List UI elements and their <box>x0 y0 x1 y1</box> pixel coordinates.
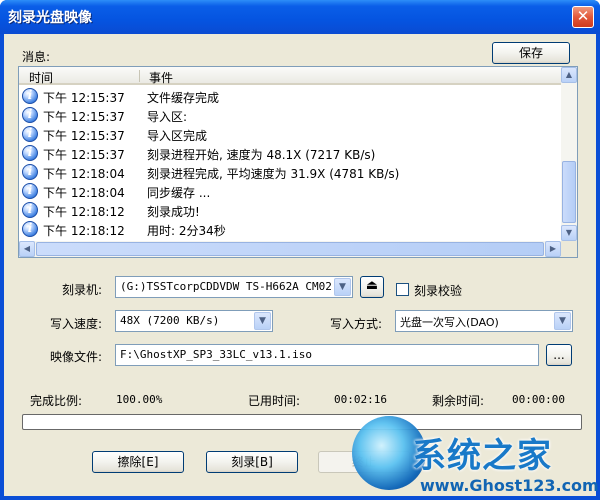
log-time: 下午 12:18:12 <box>43 205 125 219</box>
log-event: 刻录成功! <box>147 205 200 219</box>
erase-button[interactable]: 擦除[E] <box>92 451 184 473</box>
log-row[interactable]: 下午 12:15:37 导入区完成 <box>19 125 561 143</box>
image-file-path: F:\GhostXP_SP3_33LC_v13.1.iso <box>120 348 313 361</box>
close-button[interactable]: ✕ <box>572 6 594 28</box>
ratio-value: 100.00% <box>116 393 163 406</box>
message-log[interactable]: 时间 事件 下午 12:15:37 文件缓存完成 下午 12:15:37 导入区… <box>18 66 578 258</box>
info-icon <box>22 183 38 199</box>
remaining-label: 剩余时间: <box>432 394 485 408</box>
burn-image-window: 刻录光盘映像 ✕ 消息: 保存 时间 事件 下午 12:15:37 文件缓存完成… <box>0 0 600 500</box>
log-row[interactable]: 下午 12:18:12 用时: 2分34秒 <box>19 220 561 238</box>
verify-label[interactable]: 刻录校验 <box>414 282 462 299</box>
write-speed-select[interactable]: 48X (7200 KB/s) ▼ <box>115 310 273 332</box>
scroll-right-icon[interactable]: ▶ <box>545 241 561 257</box>
log-row[interactable]: 下午 12:18:04 同步缓存 ... <box>19 182 561 200</box>
log-event: 文件缓存完成 <box>147 91 220 105</box>
scroll-up-icon[interactable]: ▲ <box>561 67 577 83</box>
eject-icon: ⏏ <box>365 278 379 293</box>
log-time: 下午 12:15:37 <box>43 110 125 124</box>
log-row[interactable]: 下午 12:15:37 刻录进程开始, 速度为 48.1X (7217 KB/s… <box>19 144 561 162</box>
log-time: 下午 12:18:04 <box>43 186 125 200</box>
image-file-label: 映像文件: <box>50 350 103 364</box>
browse-button[interactable]: ... <box>546 344 572 366</box>
burn-button[interactable]: 刻录[B] <box>206 451 298 473</box>
info-icon <box>22 164 38 180</box>
write-speed-label: 写入速度: <box>50 317 103 331</box>
log-header: 时间 事件 <box>19 67 561 85</box>
watermark-url: www.Ghost123.com <box>420 476 599 495</box>
chevron-down-icon[interactable]: ▼ <box>254 312 271 330</box>
log-event: 用时: 2分34秒 <box>147 224 226 238</box>
scroll-down-icon[interactable]: ▼ <box>561 225 577 241</box>
dialog-body: 消息: 保存 时间 事件 下午 12:15:37 文件缓存完成 下午 12:15… <box>4 34 596 496</box>
info-icon <box>22 221 38 237</box>
column-divider[interactable] <box>139 70 140 82</box>
log-row[interactable]: 下午 12:18:12 刻录成功! <box>19 201 561 219</box>
write-mode-label: 写入方式: <box>330 317 383 331</box>
log-time: 下午 12:18:04 <box>43 167 125 181</box>
recorder-label: 刻录机: <box>62 283 103 297</box>
horizontal-scroll-thumb[interactable] <box>36 242 544 256</box>
log-row[interactable]: 下午 12:15:37 文件缓存完成 <box>19 87 561 105</box>
elapsed-label: 已用时间: <box>248 394 301 408</box>
chevron-down-icon[interactable]: ▼ <box>554 312 571 330</box>
vertical-scrollbar[interactable]: ▲ ▼ <box>561 67 577 241</box>
log-row[interactable]: 下午 12:18:04 刻录进程完成, 平均速度为 31.9X (4781 KB… <box>19 163 561 181</box>
image-file-input[interactable]: F:\GhostXP_SP3_33LC_v13.1.iso <box>115 344 539 366</box>
write-mode-select[interactable]: 光盘一次写入(DAO) ▼ <box>395 310 573 332</box>
elapsed-value: 00:02:16 <box>334 393 387 406</box>
ratio-label: 完成比例: <box>30 394 83 408</box>
watermark-brand: 系统之家 <box>412 436 552 476</box>
recorder-value: (G:)TSSTcorpCDDVDW TS-H662A CM02 <box>120 280 332 293</box>
recorder-select[interactable]: (G:)TSSTcorpCDDVDW TS-H662A CM02 ▼ <box>115 276 353 298</box>
info-icon <box>22 126 38 142</box>
log-event: 刻录进程开始, 速度为 48.1X (7217 KB/s) <box>147 148 376 162</box>
info-icon <box>22 145 38 161</box>
log-time: 下午 12:18:12 <box>43 224 125 238</box>
messages-label: 消息: <box>22 50 51 64</box>
scroll-corner <box>561 241 577 257</box>
window-title: 刻录光盘映像 <box>8 10 92 26</box>
title-bar[interactable]: 刻录光盘映像 ✕ <box>0 0 600 34</box>
chevron-down-icon[interactable]: ▼ <box>334 278 351 296</box>
log-event: 同步缓存 ... <box>147 186 211 200</box>
info-icon <box>22 88 38 104</box>
column-time[interactable]: 时间 <box>29 69 53 86</box>
vertical-scroll-thumb[interactable] <box>562 161 576 223</box>
save-button[interactable]: 保存 <box>492 42 570 64</box>
log-time: 下午 12:15:37 <box>43 148 125 162</box>
write-mode-value: 光盘一次写入(DAO) <box>400 316 499 329</box>
log-rows: 下午 12:15:37 文件缓存完成 下午 12:15:37 导入区: 下午 1… <box>19 87 561 241</box>
info-icon <box>22 202 38 218</box>
write-speed-value: 48X (7200 KB/s) <box>120 314 220 327</box>
log-event: 导入区: <box>147 110 188 124</box>
info-icon <box>22 107 38 123</box>
column-event[interactable]: 事件 <box>149 69 173 86</box>
log-event: 导入区完成 <box>147 129 208 143</box>
eject-button[interactable]: ⏏ <box>360 276 384 298</box>
verify-checkbox[interactable] <box>396 283 409 296</box>
remaining-value: 00:00:00 <box>512 393 565 406</box>
horizontal-scrollbar[interactable]: ◀ ▶ <box>19 241 561 257</box>
log-row[interactable]: 下午 12:15:37 导入区: <box>19 106 561 124</box>
log-time: 下午 12:15:37 <box>43 91 125 105</box>
scroll-left-icon[interactable]: ◀ <box>19 241 35 257</box>
log-time: 下午 12:15:37 <box>43 129 125 143</box>
log-event: 刻录进程完成, 平均速度为 31.9X (4781 KB/s) <box>147 167 400 181</box>
